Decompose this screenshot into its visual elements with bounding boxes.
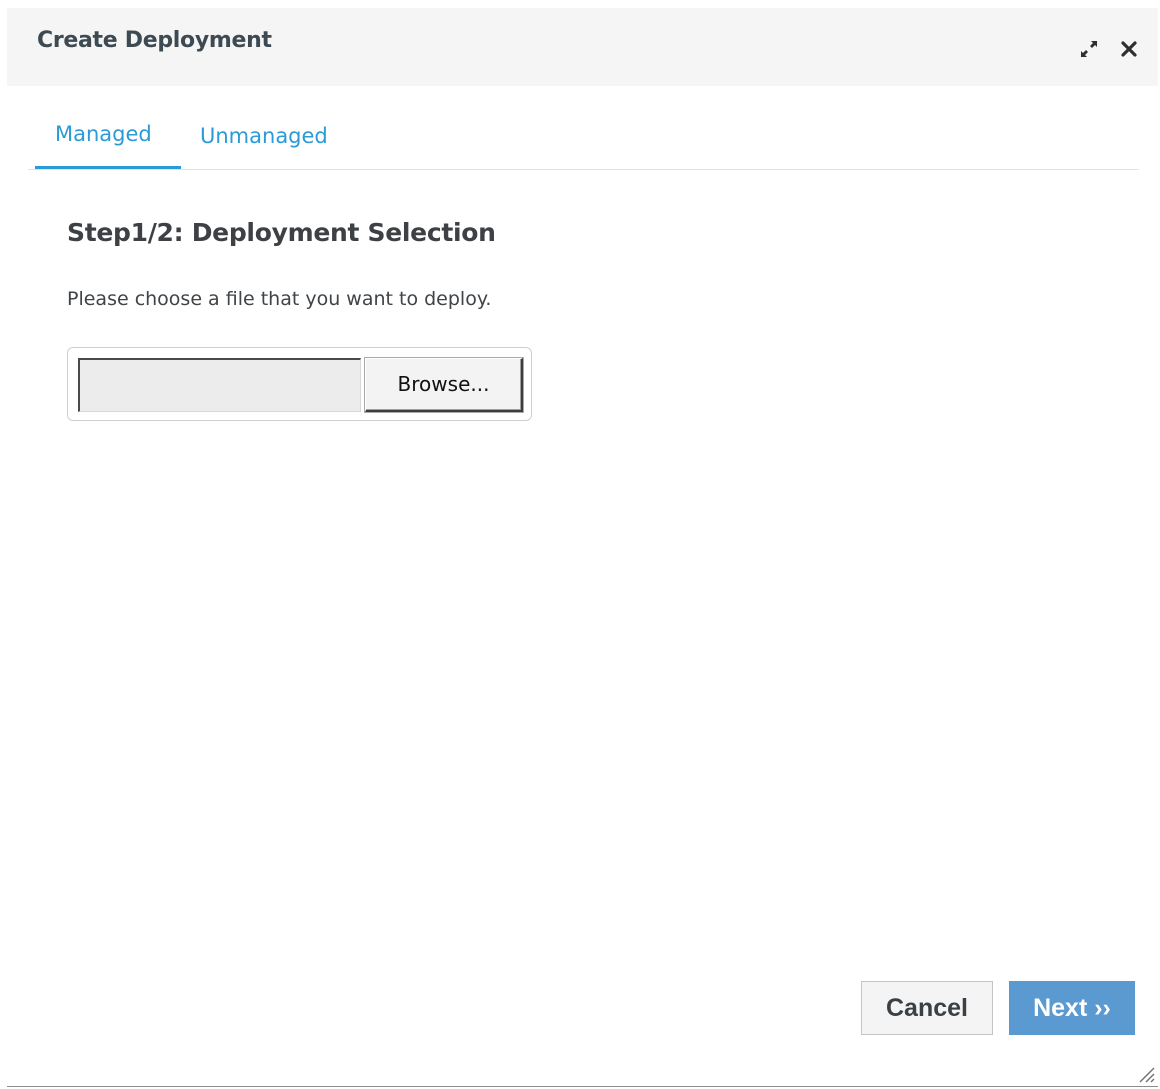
- instruction-text: Please choose a file that you want to de…: [67, 288, 492, 310]
- maximize-icon[interactable]: [1078, 38, 1100, 60]
- file-upload-control: Browse...: [67, 347, 532, 421]
- dialog-title: Create Deployment: [37, 28, 272, 53]
- file-path-field[interactable]: [78, 358, 361, 412]
- close-icon[interactable]: [1118, 38, 1140, 60]
- deployment-type-tabs: Managed Unmanaged: [28, 116, 1139, 170]
- cancel-button[interactable]: Cancel: [861, 981, 993, 1035]
- resize-grip-icon[interactable]: [1135, 1063, 1155, 1083]
- tab-managed[interactable]: Managed: [35, 116, 181, 169]
- tab-unmanaged-label: Unmanaged: [200, 124, 328, 148]
- browse-button[interactable]: Browse...: [365, 358, 523, 412]
- dialog-titlebar[interactable]: Create Deployment: [7, 8, 1158, 86]
- tab-unmanaged[interactable]: Unmanaged: [200, 116, 360, 169]
- next-button[interactable]: Next ››: [1009, 981, 1135, 1035]
- tab-managed-label: Managed: [55, 122, 152, 146]
- create-deployment-dialog: Create Deployment Managed Unmanaged Step…: [7, 8, 1158, 1087]
- step-heading: Step1/2: Deployment Selection: [67, 218, 496, 247]
